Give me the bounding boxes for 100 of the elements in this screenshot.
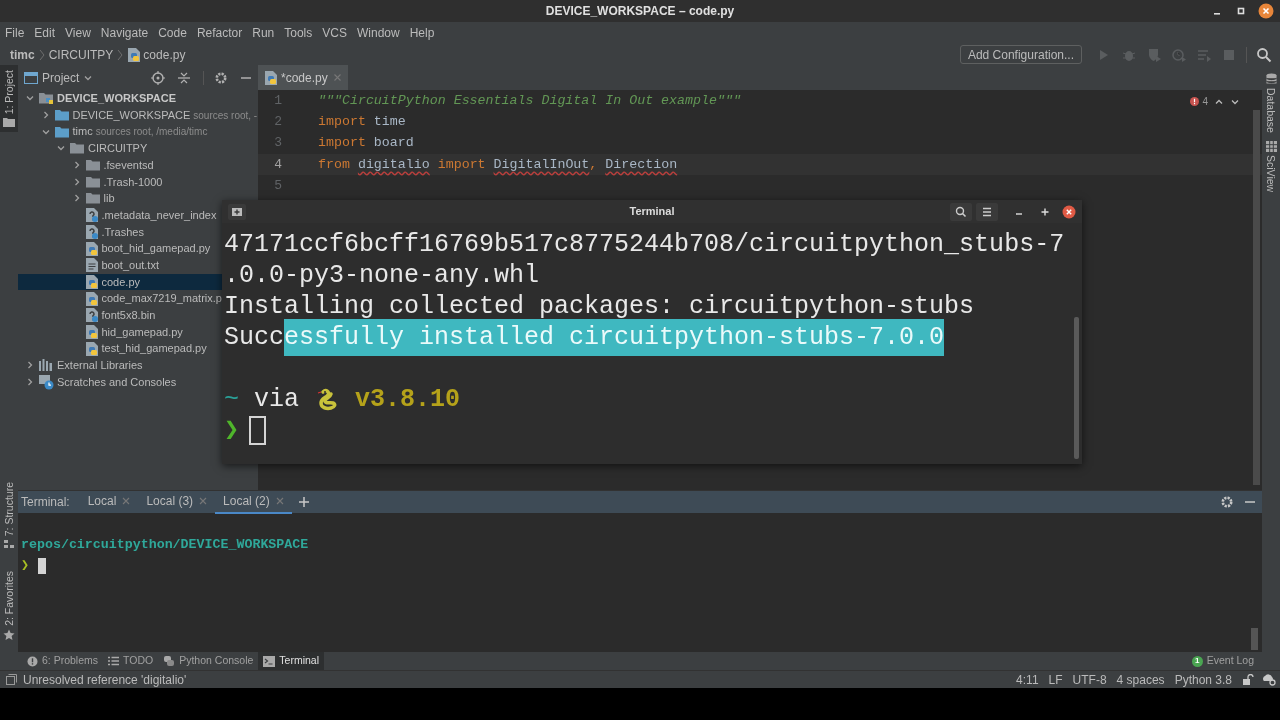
tool-window-tab[interactable]: 2: Favorites (0, 566, 18, 646)
tree-item[interactable]: DEVICE_WORKSPACE (18, 90, 258, 107)
tree-item[interactable]: .metadata_never_index (18, 206, 258, 224)
selected-text: essfully installed circuitpython-stubs-7.0.0 (284, 318, 945, 357)
session-tab[interactable]: Local (2) (215, 490, 292, 514)
menu-item[interactable]: File (5, 24, 25, 42)
menu-item[interactable]: Refactor (196, 24, 243, 42)
python-file-icon (84, 240, 99, 257)
cloud-settings-icon[interactable] (1262, 673, 1276, 686)
status-message: Unresolved reference 'digitalio' (23, 671, 187, 689)
scrollbar[interactable] (1074, 317, 1079, 459)
code-token: import (436, 155, 487, 174)
tree-item[interactable]: timc sources root, /media/timc (18, 123, 258, 141)
breadcrumb[interactable]: CIRCUITPY (48, 45, 114, 64)
menu-item[interactable]: Run (252, 24, 275, 42)
tool-window-tab[interactable]: Python Console (158, 652, 259, 670)
tool-window-tab[interactable]: 6: Problems (22, 652, 104, 670)
code-token: import (318, 134, 366, 153)
settings-icon[interactable] (1220, 495, 1234, 509)
text-file-icon (84, 257, 99, 274)
menu-item[interactable]: Edit (34, 24, 56, 42)
toggle-panels-icon[interactable] (6, 674, 17, 685)
scrollbar[interactable] (1253, 110, 1260, 485)
tree-hint: sources root, /media/timc (95, 125, 208, 140)
folder-icon (69, 141, 85, 156)
menu-item[interactable]: Code (158, 24, 187, 42)
panel-title[interactable]: Project (42, 68, 80, 87)
error-icon (1190, 97, 1200, 106)
event-log-tab[interactable]: 1 Event Log (1191, 653, 1254, 669)
menu-item[interactable]: Help (409, 24, 435, 42)
status-item[interactable]: LF (1048, 670, 1063, 689)
code-token: DigitalInOut (493, 155, 590, 174)
session-tab[interactable]: Local (79, 490, 139, 514)
code-token: import (318, 112, 366, 131)
breadcrumb[interactable]: code.py (143, 45, 186, 64)
list-icon (108, 656, 120, 666)
python-file-icon (84, 340, 99, 357)
tree-item[interactable]: External Libraries (18, 357, 258, 374)
tool-window-tab[interactable]: 1: Project (0, 65, 18, 133)
menu-item[interactable]: View (65, 24, 91, 42)
menu-button[interactable] (976, 202, 998, 221)
line-number: 3 (273, 134, 282, 153)
session-tab[interactable]: Local (3) (138, 490, 216, 514)
search-icon[interactable] (1256, 46, 1272, 63)
structure-icon (3, 539, 15, 550)
notification-badge: 1 (1191, 655, 1203, 667)
status-item[interactable]: Python 3.8 (1174, 670, 1232, 689)
menu-item[interactable]: Tools (284, 24, 313, 42)
warning-icon (27, 655, 38, 667)
search-button[interactable] (950, 202, 972, 221)
menu-item[interactable]: VCS (322, 24, 347, 42)
code-token: , (589, 155, 599, 174)
status-item[interactable]: 4 spaces (1116, 670, 1165, 689)
menu-item[interactable]: Navigate (100, 24, 149, 42)
code-token: digitalio (357, 155, 430, 174)
terminal-line: repos/circuitpython/DEVICE_WORKSPACE (21, 535, 310, 554)
menu-item[interactable]: Window (356, 24, 400, 42)
window-title: Terminal (629, 204, 675, 220)
unlocked-icon[interactable] (1242, 673, 1254, 686)
collapse-icon[interactable] (177, 70, 191, 85)
editor-tab[interactable]: *code.py (258, 65, 348, 90)
database-icon (1265, 73, 1277, 85)
close-button[interactable] (1258, 3, 1274, 19)
tree-item[interactable]: .fseventsd (18, 156, 258, 174)
tool-window-tab[interactable]: 7: Structure (0, 476, 18, 555)
settings-icon[interactable] (214, 70, 228, 85)
breadcrumb[interactable]: timc (10, 45, 35, 64)
tree-item[interactable]: CIRCUITPY (18, 140, 258, 157)
python-icon (163, 655, 176, 667)
add-tab-icon[interactable] (297, 496, 310, 508)
folder-icon (53, 124, 70, 139)
tool-window-tab[interactable]: TODO (103, 652, 159, 670)
add-configuration-button[interactable]: Add Configuration... (959, 45, 1082, 64)
tree-item[interactable]: DEVICE_WORKSPACE sources root, - (18, 106, 258, 124)
line-number: 5 (273, 177, 282, 196)
close-icon[interactable] (122, 497, 131, 505)
error-count[interactable]: 4 (1190, 94, 1208, 109)
locate-icon[interactable] (151, 70, 165, 85)
status-item[interactable]: 4:11 (1016, 670, 1039, 689)
code-token: """CircuitPython Essentials Digital In Out example""" (318, 91, 741, 110)
tree-item[interactable]: lib (18, 190, 258, 207)
tool-window-tab[interactable]: SciView (1265, 140, 1277, 193)
unknown-file-icon (84, 307, 99, 324)
status-item[interactable]: UTF-8 (1072, 670, 1107, 689)
tool-window-tab[interactable]: Terminal (258, 652, 324, 670)
close-icon[interactable] (199, 497, 208, 505)
panel-icon (24, 71, 38, 84)
code-token: board (372, 134, 414, 153)
line-number: 2 (273, 113, 282, 132)
terminal-line: ~ via v3.8.10 (224, 384, 462, 415)
tree-item[interactable]: .Trash-1000 (18, 173, 258, 191)
terminal-icon (263, 655, 276, 667)
close-icon[interactable] (275, 497, 284, 505)
scrollbar[interactable] (1251, 628, 1258, 650)
close-button[interactable] (1062, 204, 1076, 219)
code-token: Direction (605, 155, 678, 174)
terminal-line: 47171ccf6bcff16769b517c8775244b708/circuitpython_stubs-7 (224, 229, 1066, 260)
new-tab-icon[interactable] (228, 203, 246, 220)
tool-window-tab[interactable]: Database (1265, 73, 1277, 133)
folder-icon (84, 191, 101, 206)
